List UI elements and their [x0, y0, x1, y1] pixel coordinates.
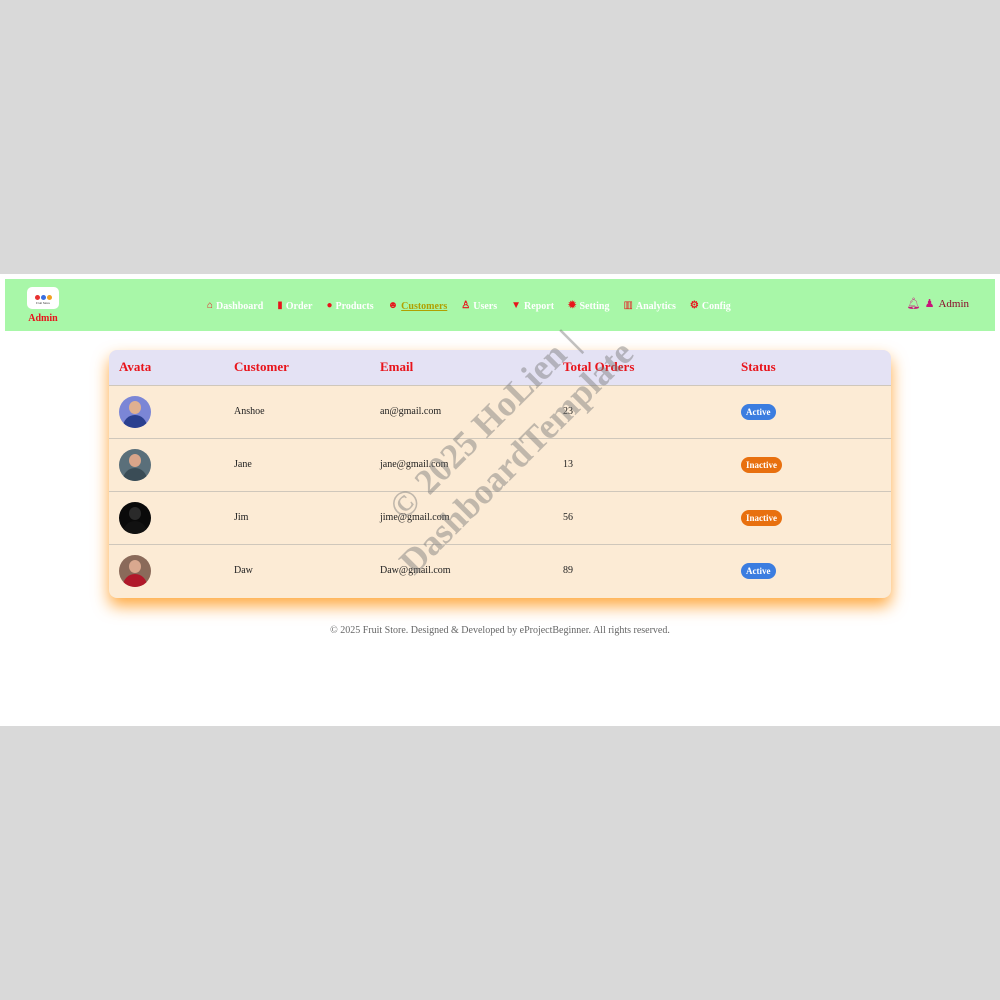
- nav-label: Report: [524, 300, 555, 312]
- bar-chart-icon: ▥: [623, 300, 633, 311]
- nav-label: Order: [285, 300, 313, 312]
- customer-email: jime@gmail.com: [380, 512, 450, 523]
- nav-label: Dashboard: [216, 300, 264, 312]
- avatar-cell: [109, 385, 224, 438]
- table-row[interactable]: Daw Daw@gmail.com 89 Active: [109, 544, 891, 597]
- avatar: [119, 501, 151, 534]
- customer-email: jane@gmail.com: [380, 459, 449, 470]
- header-status: Status: [741, 359, 776, 375]
- footer: © 2025 Fruit Store. Designed & Developed…: [330, 625, 670, 636]
- nav-item-config[interactable]: ⚙ Config: [690, 301, 731, 312]
- logo[interactable]: Fruit Store: [27, 287, 59, 309]
- main-nav: ⌂ Dashboard ▮ Order ● Products ☻ Customers ♙ User…: [207, 296, 731, 316]
- status-cell: Inactive: [731, 491, 891, 544]
- customer-name: Jane: [234, 459, 252, 470]
- nav-item-setting[interactable]: ✹ Setting: [568, 301, 609, 312]
- customer-name: Anshoe: [234, 406, 265, 417]
- top-navbar: Fruit Store Admin ⌂ Dashboard ▮ Order ● Produ…: [5, 279, 995, 331]
- header-avatar: Avata: [119, 359, 152, 375]
- nav-item-products[interactable]: ● Products: [326, 301, 373, 312]
- header-email: Email: [380, 359, 414, 375]
- status-badge: Inactive: [741, 509, 782, 526]
- nav-item-users[interactable]: ♙ Users: [461, 301, 497, 312]
- status-badge: Inactive: [741, 456, 782, 473]
- nav-label: Setting: [579, 300, 610, 312]
- nav-label: Customers: [401, 300, 448, 312]
- book-icon: ▮: [277, 300, 283, 311]
- header-total-orders: Total Orders: [563, 359, 635, 375]
- customer-email: Daw@gmail.com: [380, 565, 451, 577]
- nav-item-report[interactable]: ▼ Report: [511, 301, 554, 312]
- user-name[interactable]: Admin: [938, 298, 969, 310]
- brand-label: Admin: [28, 313, 58, 324]
- gear-icon: ✹: [568, 300, 577, 311]
- header-customer: Customer: [234, 359, 289, 375]
- user-icon: ♟: [924, 298, 935, 310]
- total-orders: 89: [563, 565, 573, 577]
- home-icon: ⌂: [207, 300, 214, 311]
- nav-item-dashboard[interactable]: ⌂ Dashboard: [207, 301, 263, 312]
- status-cell: Active: [731, 385, 891, 438]
- status-badge: Active: [741, 562, 776, 579]
- customers-icon: ☻: [387, 300, 399, 311]
- customers-table-card: Avata Customer Email Total Orders Status…: [109, 350, 891, 598]
- status-badge: Active: [741, 403, 776, 420]
- customer-name: Jim: [234, 512, 249, 523]
- nav-label: Config: [701, 300, 731, 312]
- nav-item-customers[interactable]: ☻ Customers: [388, 301, 448, 312]
- avatar: [119, 554, 151, 587]
- user-area: 🔔︎ ♟ Admin: [907, 297, 969, 311]
- avatar-cell: [109, 438, 224, 491]
- status-cell: Active: [731, 544, 891, 597]
- customer-name: Daw: [234, 565, 253, 577]
- fruit-logo-icon: [34, 292, 52, 300]
- nav-label: Users: [473, 300, 498, 312]
- filter-icon: ▼: [511, 300, 522, 311]
- page: Fruit Store Admin ⌂ Dashboard ▮ Order ● Produ…: [0, 274, 1000, 726]
- table-row[interactable]: Jim jime@gmail.com 56 Inactive: [109, 491, 891, 544]
- nav-label: Products: [335, 300, 374, 312]
- avatar-cell: [109, 491, 224, 544]
- customer-email: an@gmail.com: [380, 406, 442, 417]
- product-icon: ●: [326, 300, 333, 311]
- avatar: [119, 395, 151, 428]
- total-orders: 56: [563, 512, 573, 523]
- table-row[interactable]: Jane jane@gmail.com 13 Inactive: [109, 438, 891, 491]
- logo-text: Fruit Store: [35, 300, 50, 305]
- avatar-cell: [109, 544, 224, 597]
- total-orders: 13: [563, 459, 573, 470]
- avatar: [119, 448, 151, 481]
- table-row[interactable]: Anshoe an@gmail.com 23 Active: [109, 385, 891, 438]
- customers-table: Avata Customer Email Total Orders Status…: [109, 350, 891, 597]
- cogs-icon: ⚙: [689, 300, 699, 311]
- total-orders: 23: [563, 406, 573, 417]
- nav-item-analytics[interactable]: ▥ Analytics: [623, 301, 675, 312]
- status-cell: Inactive: [731, 438, 891, 491]
- user-icon: ♙: [461, 300, 471, 311]
- nav-label: Analytics: [635, 300, 676, 312]
- table-header-row: Avata Customer Email Total Orders Status: [109, 350, 891, 385]
- bell-icon[interactable]: 🔔︎: [907, 297, 921, 310]
- nav-item-order[interactable]: ▮ Order: [277, 301, 312, 312]
